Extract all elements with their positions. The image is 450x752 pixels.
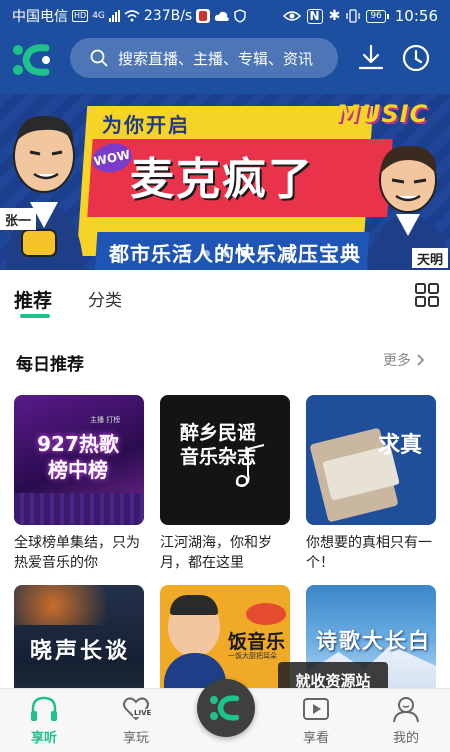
banner-page-indicator [0, 250, 450, 260]
cover-caption: 一饭大厨把耳朵 [228, 652, 277, 660]
banner-title: 麦克疯了 [130, 154, 314, 205]
app-logo-icon[interactable] [12, 40, 54, 80]
cover-title: 饭音乐 [228, 631, 286, 653]
live-badge: LIVE [133, 709, 153, 717]
album-cover: 醉乡民谣音乐杂志 [160, 395, 290, 525]
nav-watch[interactable]: 享看 [286, 695, 346, 751]
history-icon[interactable] [400, 42, 432, 74]
live-heart-icon: LIVE [121, 695, 153, 723]
center-logo-button[interactable] [197, 679, 255, 737]
chevron-right-icon [417, 354, 425, 366]
status-bar: 中国电信 HD 4G 237B/s N ✱ 96 10:56 [0, 0, 450, 32]
signal-icon [108, 10, 120, 22]
search-icon [90, 49, 108, 67]
grid-menu-icon[interactable] [414, 282, 440, 308]
page-dot-active [240, 250, 248, 257]
music-note-icon [235, 444, 265, 487]
speed-label: 237B/s [143, 8, 193, 24]
album-cover: 求真 [306, 395, 436, 525]
page-dot [183, 250, 191, 257]
network-type: 4G [92, 11, 105, 21]
carrier-label: 中国电信 [12, 9, 68, 25]
page-dot [221, 250, 229, 257]
headphones-icon [31, 696, 57, 721]
nav-watch-label: 享看 [302, 731, 329, 746]
cover-title: 927热歌榜中榜 [37, 432, 119, 482]
video-icon [303, 698, 329, 720]
eye-icon [282, 11, 301, 21]
cloud-icon [215, 11, 230, 21]
promo-banner[interactable]: 为你开启 WOW 麦克疯了 都市乐活人的快乐减压宝典 MUSIC 张一 天明 [0, 94, 450, 270]
battery-icon: 96 [366, 9, 389, 23]
app-logo-icon [210, 695, 240, 721]
daily-section-header: 每日推荐 更多 [0, 340, 450, 376]
nav-listen-label: 享听 [30, 731, 57, 746]
banner-tag: 为你开启 [92, 108, 200, 138]
clock: 10:56 [394, 7, 438, 25]
nav-mine[interactable]: 我的 [376, 695, 436, 751]
album-cover: 927热歌榜中榜 主播 打榜 [14, 395, 144, 525]
more-label: 更多 [383, 353, 411, 369]
nav-play[interactable]: LIVE 享玩 [106, 695, 166, 751]
download-icon[interactable] [355, 42, 387, 74]
more-link[interactable]: 更多 [383, 350, 425, 370]
album-card[interactable]: 求真 你想要的真相只有一个！ [306, 395, 436, 573]
wifi-icon [124, 10, 140, 22]
cover-title: 求真 [378, 433, 423, 458]
host-left-name: 张一 [0, 208, 36, 230]
search-bar[interactable]: 搜索直播、主播、专辑、资讯 [70, 38, 338, 78]
battery-level: 96 [366, 9, 386, 23]
app-screen: 中国电信 HD 4G 237B/s N ✱ 96 10:56 搜索直播、主播、专… [0, 0, 450, 752]
album-description: 你想要的真相只有一个！ [306, 535, 432, 571]
vibrate-icon [346, 9, 360, 23]
app-bar: 搜索直播、主播、专辑、资讯 [0, 36, 450, 82]
section-title: 每日推荐 [16, 355, 84, 375]
bottom-navigation: 享听 LIVE 享玩 享看 我的 [0, 679, 450, 752]
album-description: 江河湖海，你和岁月，都在这里 [160, 535, 272, 571]
nav-mine-label: 我的 [392, 731, 419, 746]
bluetooth-icon: ✱ [328, 8, 341, 24]
profile-icon [393, 697, 419, 723]
banner-music-text: MUSIC [336, 100, 429, 128]
content-tabs: 推荐 分类 [0, 272, 450, 324]
search-placeholder: 搜索直播、主播、专辑、资讯 [118, 49, 314, 68]
album-card[interactable]: 醉乡民谣音乐杂志 江河湖海，你和岁月，都在这里 [160, 395, 290, 573]
host-left-illustration [6, 115, 84, 270]
shield-icon [234, 9, 246, 23]
header-area: 中国电信 HD 4G 237B/s N ✱ 96 10:56 搜索直播、主播、专… [0, 0, 450, 270]
album-description: 全球榜单集结，只为热爱音乐的你 [14, 535, 140, 571]
tab-recommend[interactable]: 推荐 [14, 286, 52, 313]
nfc-icon: N [306, 8, 323, 24]
tab-category[interactable]: 分类 [88, 286, 122, 311]
active-tab-indicator [20, 314, 50, 318]
notification-app-icon [196, 9, 211, 23]
hd-badge: HD [72, 10, 89, 22]
cover-caption: 主播 打榜 [90, 416, 121, 424]
nav-play-label: 享玩 [122, 731, 149, 746]
page-dot [259, 250, 267, 257]
cover-title: 晓声长谈 [30, 639, 131, 664]
nav-listen[interactable]: 享听 [14, 695, 74, 751]
page-dot [202, 250, 210, 257]
album-card[interactable]: 927热歌榜中榜 主播 打榜 全球榜单集结，只为热爱音乐的你 [14, 395, 144, 573]
cover-title: 诗歌大长白 [316, 629, 431, 653]
